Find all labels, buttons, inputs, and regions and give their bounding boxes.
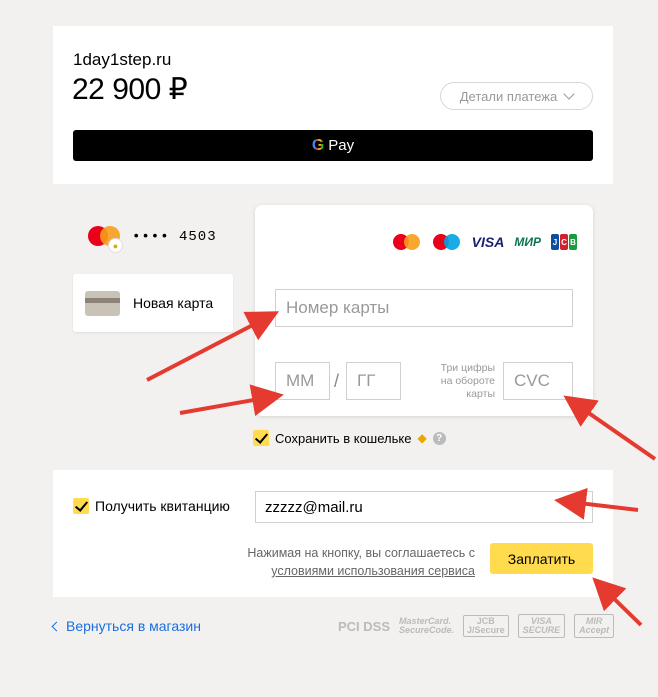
- cvc-input[interactable]: [503, 362, 573, 400]
- mastercard-icon: ●: [88, 224, 123, 253]
- saved-card-option[interactable]: ● •••• 4503: [88, 224, 217, 253]
- pci-dss-logo-icon: PCI DSS: [338, 618, 391, 634]
- terms-link[interactable]: условиями использования сервиса: [247, 562, 475, 580]
- mir-accept-logo-icon: MIR Accept: [574, 614, 615, 638]
- new-card-label: Новая карта: [133, 295, 214, 311]
- chevron-left-icon: [51, 621, 62, 631]
- maestro-logo-icon: [432, 233, 462, 251]
- google-pay-button[interactable]: G Pay: [73, 130, 593, 161]
- cvc-hint: Три цифры на обороте карты: [440, 362, 495, 400]
- google-g-icon: G: [311, 136, 325, 154]
- bank-card-icon: [85, 290, 120, 316]
- wallet-tag-icon: ●: [108, 238, 123, 253]
- merchant-name: 1day1step.ru: [73, 50, 172, 69]
- save-to-wallet-checkbox[interactable]: [253, 430, 269, 446]
- back-to-shop-link[interactable]: Вернуться в магазин: [51, 618, 201, 634]
- payment-header: 1day1step.ru 22 900 ₽ Детали платежа G P…: [53, 26, 613, 184]
- payment-details-label: Детали платежа: [459, 88, 558, 104]
- email-field[interactable]: [255, 491, 593, 523]
- card-form-panel: VISA МИР JCB / Три цифры на обороте карт…: [255, 205, 593, 416]
- help-icon[interactable]: ?: [432, 431, 446, 445]
- visa-secure-logo-icon: VISA SECURE: [517, 614, 566, 638]
- expiry-month-input[interactable]: [275, 362, 330, 400]
- mc-secure-line2: SecureCode.: [399, 625, 455, 635]
- agreement-line: Нажимая на кнопку, вы соглашаетесь с: [247, 546, 475, 560]
- payment-details-button[interactable]: Детали платежа: [440, 82, 593, 110]
- payment-amount: 22 900 ₽: [72, 73, 188, 106]
- save-to-wallet-row: Сохранить в кошельке ◆ ?: [253, 430, 446, 446]
- wallet-tag-icon: ◆: [417, 431, 427, 445]
- jcb-jsecure-logo-icon: JCB J/Secure: [463, 615, 509, 637]
- new-card-option[interactable]: Новая карта: [73, 274, 233, 332]
- visa-line2: SECURE: [522, 625, 561, 635]
- card-brands: VISA МИР JCB: [392, 233, 577, 251]
- saved-card-number: •••• 4503: [132, 229, 217, 245]
- mastercard-securecode-logo-icon: MasterCard. SecureCode.: [399, 617, 454, 635]
- receipt-checkbox[interactable]: [73, 498, 89, 514]
- card-number-input[interactable]: [275, 289, 573, 327]
- jcb-logo-icon: JCB: [551, 234, 577, 250]
- agreement-text: Нажимая на кнопку, вы соглашаетесь с усл…: [247, 544, 475, 580]
- google-pay-label: Pay: [328, 137, 355, 154]
- expiry-separator: /: [334, 371, 340, 391]
- jcb-line2: J/Secure: [467, 625, 505, 635]
- expiry-year-input[interactable]: [346, 362, 401, 400]
- chevron-down-icon: [563, 87, 575, 100]
- mastercard-logo-icon: [392, 233, 422, 251]
- back-to-shop-label: Вернуться в магазин: [66, 618, 201, 634]
- card-selection-section: ● •••• 4503 Новая карта VISA МИР JCB / Т…: [53, 184, 613, 470]
- mir-line2: Accept: [579, 625, 610, 635]
- receipt-row: Получить квитанцию: [73, 498, 230, 514]
- visa-logo-icon: VISA: [471, 234, 505, 250]
- receipt-section: Получить квитанцию Нажимая на кнопку, вы…: [53, 470, 613, 597]
- pay-button[interactable]: Заплатить: [490, 543, 593, 574]
- receipt-label: Получить квитанцию: [95, 498, 230, 514]
- save-to-wallet-label: Сохранить в кошельке: [275, 430, 412, 446]
- security-logos: PCI DSS MasterCard. SecureCode. JCB J/Se…: [338, 614, 615, 638]
- mir-logo-icon: МИР: [514, 235, 541, 249]
